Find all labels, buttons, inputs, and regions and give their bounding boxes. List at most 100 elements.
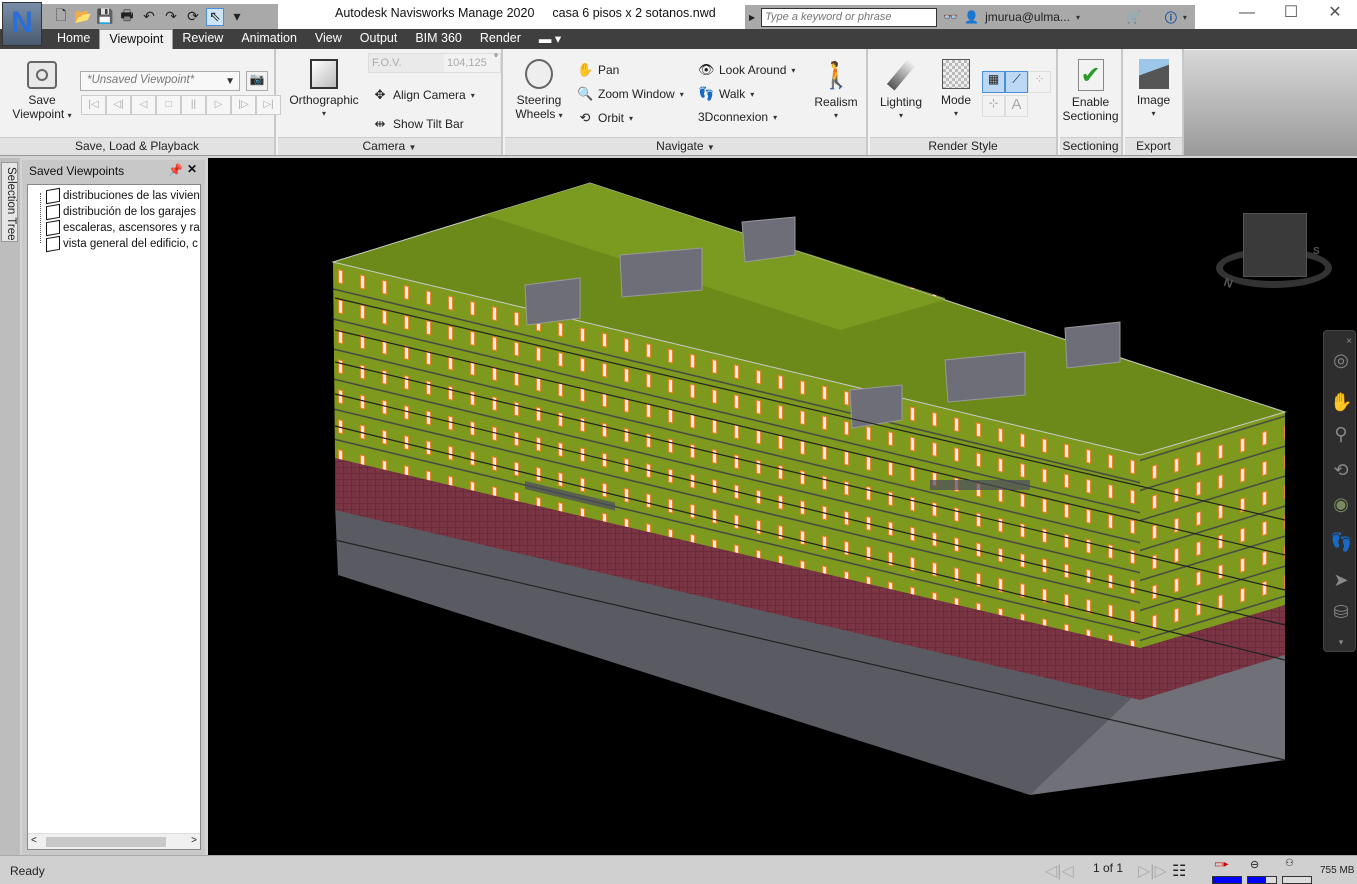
next-frame-icon[interactable]: |▷ [231, 95, 256, 115]
hand-icon: ✋ [577, 62, 594, 77]
open-icon[interactable]: 📂 [74, 8, 92, 26]
sheet-browser-icon[interactable]: ☷ [1172, 861, 1186, 881]
tab-viewpoint[interactable]: Viewpoint [99, 29, 174, 49]
3d-viewport[interactable]: N S [208, 158, 1357, 855]
select-icon[interactable]: ⇖ [206, 7, 224, 26]
close-panel-icon[interactable]: ✕ [187, 162, 197, 176]
list-item[interactable]: vista general del edificio, c [46, 235, 198, 253]
minimize-button[interactable]: — [1224, 2, 1270, 26]
tab-review[interactable]: Review [173, 29, 232, 49]
tab-home[interactable]: Home [48, 29, 99, 49]
fov-field[interactable]: F.O.V. 104,125 [368, 53, 501, 73]
viewcube[interactable] [1243, 213, 1307, 277]
refresh-icon[interactable]: ⟳ [184, 8, 202, 26]
align-camera-button[interactable]: ✥ Align Camera ▾ [372, 87, 475, 103]
steering-wheels-button[interactable]: Steering Wheels ▾ [511, 59, 567, 123]
tab-view[interactable]: View [306, 29, 351, 49]
steering-wheel-icon[interactable]: ◎ [1330, 349, 1352, 371]
navigation-bar: × ◎ ✋ ⚲ ⟲ ◉ 👣 ➤ ⛁ ▾ [1323, 330, 1356, 652]
list-item[interactable]: distribución de los garajes [46, 203, 196, 221]
disk-progress [1247, 876, 1277, 884]
ribbon: Save Viewpoint ▾ *Unsaved Viewpoint* ▼ 📷 |… [0, 49, 1357, 156]
list-item[interactable]: distribuciones de las viviendas [46, 187, 200, 205]
search-input[interactable] [761, 7, 938, 27]
save-icon[interactable]: 💾 [96, 8, 114, 26]
user-icon[interactable]: 👤 [964, 10, 979, 24]
panel-label: Export [1125, 137, 1182, 155]
look-around-icon[interactable]: ◉ [1330, 493, 1352, 515]
customize-qat-icon[interactable]: ▾ [228, 8, 246, 26]
pencil-icon: ▭▸ [1214, 859, 1229, 870]
tab-render[interactable]: Render [471, 29, 530, 49]
reverse-play-icon[interactable]: ◁ [131, 95, 156, 115]
binoculars-icon[interactable]: 👓 [943, 10, 958, 24]
maximize-button[interactable]: ☐ [1268, 2, 1314, 26]
lines-toggle-icon[interactable]: ⟋ [1005, 71, 1028, 93]
look-around-button[interactable]: 👁 Look Around ▾ [698, 62, 795, 78]
tab-bim360[interactable]: BIM 360 [406, 29, 471, 49]
panel-save-load-playback: Save Viewpoint ▾ *Unsaved Viewpoint* ▼ 📷 |… [0, 49, 281, 155]
close-button[interactable]: ✕ [1312, 2, 1357, 26]
walk-button[interactable]: 👣 Walk ▾ [698, 86, 754, 102]
cart-icon[interactable]: 🛒 [1126, 10, 1141, 24]
play-icon[interactable]: ▷ [206, 95, 231, 115]
roof-box [524, 277, 581, 326]
orbit-icon[interactable]: ⟲ [1330, 459, 1352, 481]
orbit-button[interactable]: ⟲ Orbit ▾ [577, 110, 633, 126]
application-menu-button[interactable]: N [2, 2, 42, 46]
undo-icon[interactable]: ↶ [140, 8, 158, 26]
pin-icon[interactable]: 📌 [168, 163, 183, 177]
help-icon[interactable]: ⓘ [1165, 9, 1177, 26]
list-item[interactable]: escaleras, ascensores y rampas [46, 219, 200, 237]
network-icon: ⚇ [1285, 858, 1294, 869]
realism-button[interactable]: 🚶 Realism ▾ [811, 59, 861, 123]
user-name[interactable]: jmurua@ulma... [985, 10, 1070, 24]
pan-button[interactable]: ✋ Pan [577, 62, 619, 78]
image-button[interactable]: Image ▾ [1125, 59, 1182, 121]
panel-label: Render Style [870, 137, 1056, 155]
ribbon-empty-area [1184, 50, 1357, 155]
tab-output[interactable]: Output [351, 29, 407, 49]
zoom-window-icon[interactable]: ⚲ [1330, 423, 1352, 445]
selection-tree-tab[interactable]: Selection Tree [1, 162, 18, 242]
show-tilt-bar-button[interactable]: ⇹ Show Tilt Bar [372, 116, 464, 132]
save-viewpoint-button[interactable]: Save Viewpoint ▾ [12, 61, 72, 123]
prev-frame-icon[interactable]: ◁| [106, 95, 131, 115]
quick-access-toolbar: 🗋 📂 💾 🖶 ↶ ↷ ⟳ ⇖ ▾ [42, 4, 278, 29]
edit-viewpoint-icon[interactable]: 📷 [246, 71, 268, 91]
section-check-icon: ✔ [1077, 59, 1104, 91]
panel-navigate: Steering Wheels ▾ ✋ Pan 🔍 Zoom Window ▾ ⟲ Orb… [505, 49, 868, 155]
select-icon[interactable]: ➤ [1330, 569, 1352, 591]
tab-animation[interactable]: Animation [232, 29, 306, 49]
lighting-button[interactable]: Lighting ▾ [874, 59, 928, 123]
walk-icon[interactable]: 👣 [1330, 531, 1352, 553]
pan-icon[interactable]: ✋ [1330, 391, 1352, 413]
mode-button[interactable]: Mode ▾ [932, 59, 980, 121]
print-icon[interactable]: 🖶 [118, 7, 136, 26]
ribbon-options-icon[interactable]: ▬ ▾ [530, 29, 570, 49]
redo-icon[interactable]: ↷ [162, 8, 180, 26]
next-sheet-icon[interactable]: ▷|▷ [1138, 861, 1167, 881]
snap-points-toggle-icon[interactable]: ⊹ [982, 95, 1005, 117]
points-toggle-icon[interactable]: ⁘ [1028, 71, 1051, 93]
surfaces-toggle-icon[interactable]: ▦ [982, 71, 1005, 93]
horizontal-scrollbar[interactable]: < > [28, 833, 200, 849]
first-sheet-icon[interactable]: ◁|◁ [1045, 861, 1074, 881]
text-toggle-icon[interactable]: A [1005, 95, 1028, 117]
app-logo: N [11, 6, 33, 39]
network-progress [1282, 876, 1312, 884]
playback-controls: |◁ ◁| ◁ □ || ▷ |▷ ▷| [81, 95, 281, 115]
new-icon[interactable]: 🗋 [52, 7, 70, 26]
3dconnexion-icon[interactable]: ⛁ [1330, 601, 1352, 623]
navbar-options-icon[interactable]: ▾ [1330, 631, 1352, 653]
orthographic-button[interactable]: Orthographic ▾ [284, 59, 364, 121]
enable-sectioning-button[interactable]: ✔ Enable Sectioning [1060, 59, 1121, 123]
stop-icon[interactable]: □ [156, 95, 181, 115]
viewpoint-icon [46, 187, 60, 205]
3dconnexion-button[interactable]: 3Dconnexion ▾ [698, 110, 777, 124]
first-icon[interactable]: |◁ [81, 95, 106, 115]
viewpoint-combo[interactable]: *Unsaved Viewpoint* ▼ [80, 71, 240, 91]
pause-icon[interactable]: || [181, 95, 206, 115]
zoom-window-button[interactable]: 🔍 Zoom Window ▾ [577, 86, 684, 102]
orbit-icon: ⟲ [579, 110, 591, 125]
